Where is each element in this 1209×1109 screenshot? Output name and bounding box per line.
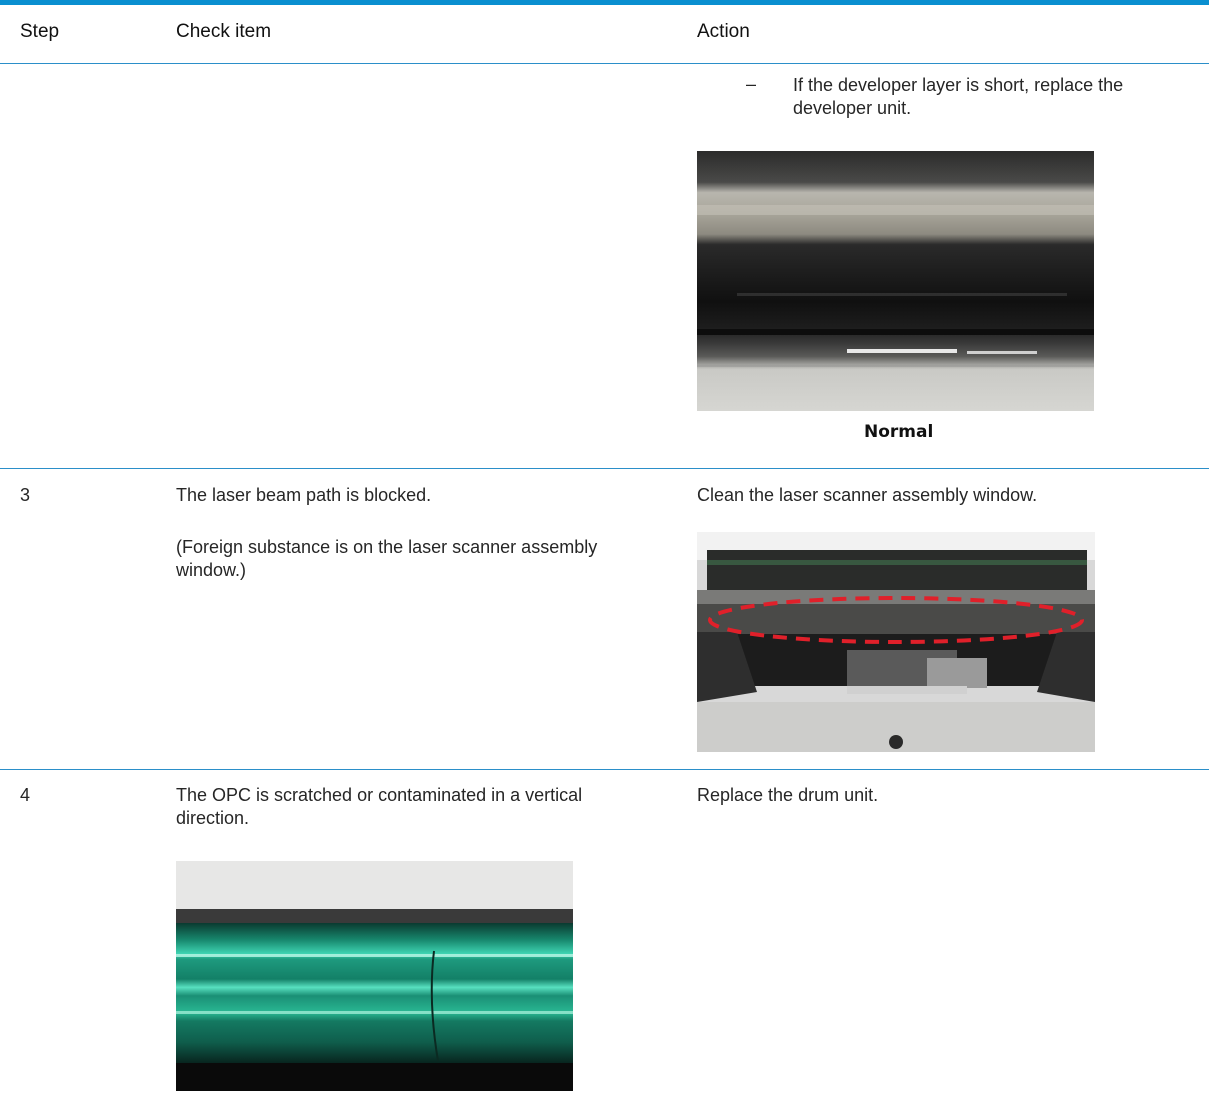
table-top-bar xyxy=(0,0,1209,5)
row-divider xyxy=(0,769,1209,770)
image-caption-normal: Normal xyxy=(864,422,934,442)
action-text: Replace the drum unit. xyxy=(697,785,879,805)
action-text: Clean the laser scanner assembly window. xyxy=(697,485,1038,505)
check-item-text: The laser beam path is blocked. xyxy=(176,485,432,505)
step-number: 4 xyxy=(20,785,31,805)
bullet-dash: – xyxy=(746,74,757,94)
header-action: Action xyxy=(697,21,750,42)
step-number: 3 xyxy=(20,485,31,505)
header-divider xyxy=(0,63,1209,64)
laser-scanner-window-photo xyxy=(697,532,1095,752)
opc-drum-scratch-photo xyxy=(176,861,573,1091)
action-bullet-text: If the developer layer is short, replace… xyxy=(793,75,1124,118)
check-item-note: (Foreign substance is on the laser scann… xyxy=(176,537,598,580)
document-page: Step Check item Action – If the develope… xyxy=(0,0,1209,1109)
header-check-item: Check item xyxy=(176,21,272,42)
check-item-text: The OPC is scratched or contaminated in … xyxy=(176,785,583,828)
row-divider xyxy=(0,468,1209,469)
header-step: Step xyxy=(20,21,60,42)
developer-roller-photo xyxy=(697,151,1094,411)
